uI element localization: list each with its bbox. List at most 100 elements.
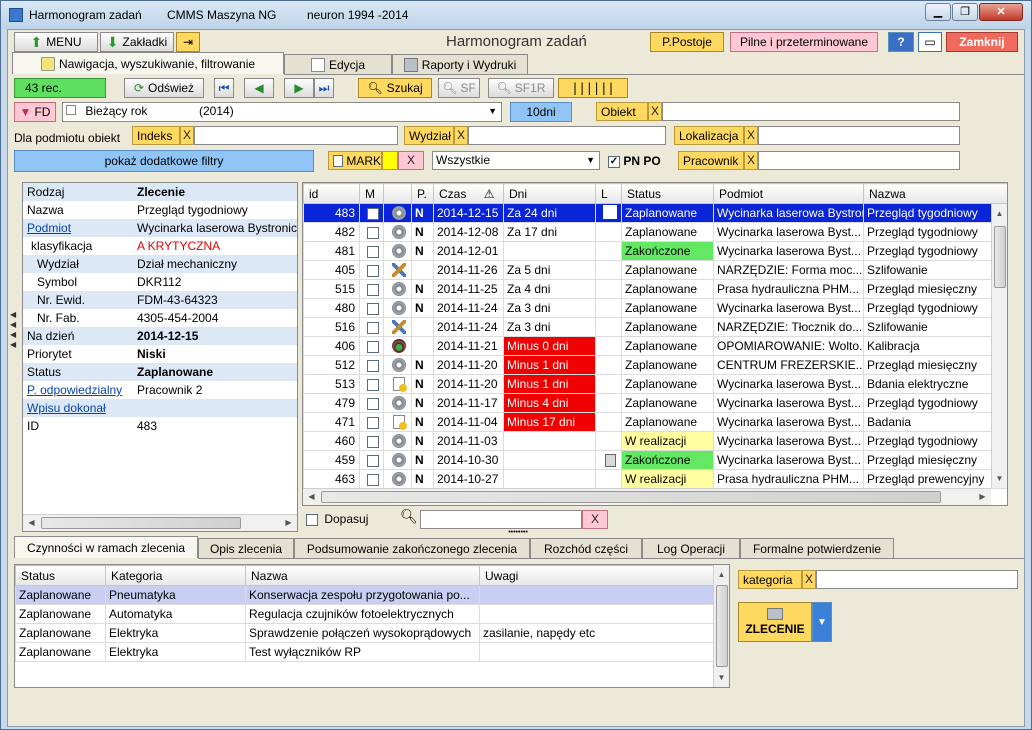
mark-clear-button[interactable]: X <box>398 151 424 170</box>
close-button[interactable]: Zamknij <box>946 32 1018 52</box>
scroll-left-icon[interactable]: ◀ <box>24 515 39 530</box>
scroll-left-icon[interactable]: ◀ <box>304 489 319 504</box>
status-select[interactable]: Wszystkie ▼ <box>432 151 600 170</box>
tab-confirmation[interactable]: Formalne potwierdzenie <box>740 538 894 558</box>
table-row[interactable]: 482 N 2014-12-08 Za 17 dni Zaplanowane Wycina… <box>303 222 1007 242</box>
table-row[interactable]: 479 N 2014-11-17 Minus 4 dni Zaplanowane Wyci… <box>303 393 1007 413</box>
more-filters-button[interactable]: pokaż dodatkowe filtry <box>14 150 314 172</box>
grid-search-input[interactable] <box>420 510 582 529</box>
grid-search-clear-button[interactable]: X <box>582 510 608 529</box>
pracownik-clear-button[interactable]: X <box>744 151 758 170</box>
column-header-status[interactable]: Status <box>15 565 106 586</box>
column-header-icon[interactable] <box>383 183 412 204</box>
row-mark-checkbox[interactable] <box>367 435 379 448</box>
pnpo-checkbox[interactable]: ✓ <box>608 155 620 168</box>
table-row[interactable]: 481 N 2014-12-01 Zakończone Wycinarka lasero… <box>303 241 1007 261</box>
scroll-thumb[interactable] <box>321 491 941 503</box>
table-row[interactable]: 405 2014-11-26 Za 5 dni Zaplanowane NARZĘDZI… <box>303 260 1007 280</box>
table-row[interactable]: 471 N 2014-11-04 Minus 17 dni Zaplanowane Wyc… <box>303 412 1007 432</box>
prev-record-icon[interactable]: ◀ <box>244 78 274 98</box>
indeks-clear-button[interactable]: X <box>180 126 194 145</box>
period-select[interactable]: Bieżący rok (2014) ▼ <box>62 102 502 122</box>
kategoria-clear-button[interactable]: X <box>802 570 816 589</box>
window-icon[interactable]: ▭ <box>918 32 942 52</box>
row-mark-checkbox[interactable] <box>367 207 379 220</box>
zlecenie-dropdown-icon[interactable]: ▼ <box>812 602 832 642</box>
wydzial-clear-button[interactable]: X <box>454 126 468 145</box>
lokalizacja-field[interactable] <box>758 126 960 145</box>
podmiot-link[interactable]: Podmiot <box>23 219 133 237</box>
table-row[interactable]: 480 N 2014-11-24 Za 3 dni Zaplanowane Wycinar… <box>303 298 1007 318</box>
row-mark-checkbox[interactable] <box>367 302 379 315</box>
row-mark-checkbox[interactable] <box>367 397 379 410</box>
tab-activities[interactable]: Czynności w ramach zlecenia <box>14 536 198 558</box>
table-row[interactable]: 513 N 2014-11-20 Minus 1 dni Zaplanowane Wyci… <box>303 374 1007 394</box>
left-collapse-handle[interactable]: ◀ ◀ ◀ ◀ <box>10 300 20 380</box>
next-record-icon[interactable]: ▶ <box>284 78 314 98</box>
table-row[interactable]: 463 N 2014-10-27 W realizacji Prasa hydrauli… <box>303 469 1007 489</box>
table-row[interactable]: 516 2014-11-24 Za 3 dni Zaplanowane NARZĘDZI… <box>303 317 1007 337</box>
scroll-thumb[interactable] <box>41 517 241 529</box>
ppostoje-button[interactable]: P.Postoje <box>650 32 724 52</box>
scroll-down-icon[interactable]: ▼ <box>992 471 1007 486</box>
row-mark-checkbox[interactable] <box>367 283 379 296</box>
horizontal-splitter-handle[interactable]: •••••••• <box>498 529 538 536</box>
row-mark-checkbox[interactable] <box>367 473 379 486</box>
menu-button[interactable]: ⬆ MENU <box>14 32 98 52</box>
details-hscroll[interactable]: ◀ ▶ <box>23 514 297 531</box>
scroll-thumb[interactable] <box>994 226 1006 288</box>
table-row[interactable]: 460 N 2014-11-03 W realizacji Wycinarka lase… <box>303 431 1007 451</box>
grid-hscroll[interactable]: ◀ ▶ <box>303 488 991 505</box>
fit-toggle[interactable]: Dopasuj <box>306 512 368 526</box>
zlecenie-button[interactable]: ZLECENIE <box>738 602 812 642</box>
maximize-button[interactable]: ❐ <box>952 3 978 21</box>
indeks-chip[interactable]: Indeks <box>132 126 180 145</box>
table-row[interactable]: 406 2014-11-21 Minus 0 dni Zaplanowane OPOMI… <box>303 336 1007 356</box>
column-header-nazwa[interactable]: Nazwa <box>863 183 1007 204</box>
sf-button[interactable]: 🔍︎ SF <box>438 78 480 98</box>
responsible-link[interactable]: P. odpowiedzialny <box>23 381 133 399</box>
table-row[interactable]: 512 N 2014-11-20 Minus 1 dni Zaplanowane CENT… <box>303 355 1007 375</box>
search-button[interactable]: 🔍︎ Szukaj <box>358 78 432 98</box>
bookmarks-button[interactable]: ⬇ Zakładki <box>100 32 174 52</box>
activity-row[interactable]: Zaplanowane Pneumatyka Konserwacja zespo… <box>15 585 714 605</box>
row-mark-checkbox[interactable] <box>367 245 379 258</box>
tab-log[interactable]: Log Operacji <box>642 538 740 558</box>
tab-edit[interactable]: Edycja <box>284 54 392 74</box>
activities-vscroll[interactable]: ▲ ▼ <box>713 565 729 687</box>
row-mark-checkbox[interactable] <box>367 359 379 372</box>
minimize-button[interactable]: ▁ <box>925 3 951 21</box>
column-header-p[interactable]: P. <box>411 183 434 204</box>
tab-parts[interactable]: Rozchód części <box>530 538 642 558</box>
column-header-kategoria[interactable]: Kategoria <box>105 565 246 586</box>
scroll-thumb[interactable] <box>716 585 728 667</box>
wydzial-chip[interactable]: Wydział <box>404 126 454 145</box>
row-mark-checkbox[interactable] <box>367 321 379 334</box>
scroll-up-icon[interactable]: ▲ <box>714 567 729 582</box>
kategoria-chip[interactable]: kategoria <box>738 570 802 589</box>
pracownik-chip[interactable]: Pracownik <box>678 151 744 170</box>
last-record-icon[interactable]: ⏭ <box>314 78 334 98</box>
column-header-m[interactable]: M <box>359 183 384 204</box>
row-mark-checkbox[interactable] <box>367 378 379 391</box>
activity-row[interactable]: Zaplanowane Elektryka Sprawdzenie połącz… <box>15 623 714 643</box>
scroll-right-icon[interactable]: ▶ <box>281 515 296 530</box>
row-mark-checkbox[interactable] <box>367 226 379 239</box>
lokalizacja-chip[interactable]: Lokalizacja <box>674 126 744 145</box>
close-window-button[interactable]: ✕ <box>979 3 1023 21</box>
column-header-czas[interactable]: Czas ⚠ <box>433 183 504 204</box>
pnpo-toggle[interactable]: ✓ PN PO <box>608 154 661 168</box>
table-row[interactable]: 459 N 2014-10-30 Zakończone Wycinarka lasero… <box>303 450 1007 470</box>
kategoria-field[interactable] <box>816 570 1018 589</box>
mark-toggle[interactable]: MARK <box>328 151 382 170</box>
wydzial-field[interactable] <box>468 126 666 145</box>
row-mark-checkbox[interactable] <box>367 340 379 353</box>
table-row[interactable]: 515 N 2014-11-25 Za 4 dni Zaplanowane Prasa h… <box>303 279 1007 299</box>
mark-checkbox[interactable] <box>333 154 344 167</box>
obiekt-field[interactable] <box>662 102 960 121</box>
entered-by-link[interactable]: Wpisu dokonał <box>23 399 133 417</box>
tab-navigation[interactable]: Nawigacja, wyszukiwanie, filtrowanie <box>12 52 284 74</box>
fd-button[interactable]: ▼ FD <box>14 102 56 122</box>
days-button[interactable]: 10dni <box>510 102 572 122</box>
first-record-icon[interactable]: ⏮ <box>214 78 234 98</box>
